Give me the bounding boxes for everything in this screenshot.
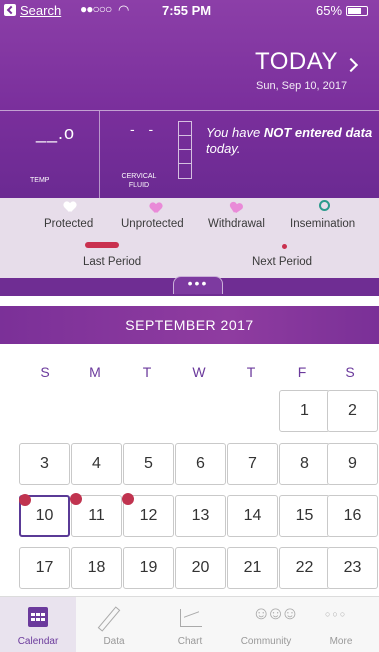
tab-label: Data	[103, 636, 125, 647]
back-icon[interactable]	[4, 4, 16, 16]
period-dot	[19, 494, 31, 506]
day-cell[interactable]: 9	[327, 443, 378, 485]
temp-value: __.o	[36, 123, 76, 143]
cervical-value: - -	[130, 121, 159, 137]
tab-label: Chart	[177, 636, 203, 647]
day-cell[interactable]: 19	[123, 547, 174, 589]
message-prefix: You have	[206, 125, 264, 140]
back-to-search-link[interactable]: Search	[20, 3, 61, 18]
weekday-label: F	[297, 364, 307, 380]
period-dot	[122, 493, 134, 505]
legend: Protected Unprotected Withdrawal Insemin…	[0, 198, 379, 278]
signal-icon: ●●○○○	[80, 2, 112, 16]
tab-label: Calendar	[17, 636, 59, 647]
day-cell[interactable]: 18	[71, 547, 122, 589]
day-cell[interactable]: 14	[227, 495, 278, 537]
day-cell[interactable]: 6	[175, 443, 226, 485]
cervical-label-line1: CERVICAL	[121, 173, 157, 180]
weekday-label: S	[345, 364, 355, 380]
chevron-right-icon[interactable]	[343, 57, 359, 73]
weekday-label: W	[192, 364, 206, 380]
battery-percent: 65%	[316, 3, 343, 18]
day-number: 12	[139, 507, 158, 524]
legend-next-period: Next Period	[252, 256, 313, 268]
day-cell[interactable]: 2	[327, 390, 378, 432]
period-dot	[70, 493, 82, 505]
withdrawal-heart-icon	[229, 202, 243, 214]
day-cell[interactable]: 4	[71, 443, 122, 485]
today-date: Sun, Sep 10, 2017	[256, 80, 348, 92]
fluid-level-icon	[178, 121, 192, 179]
data-status-message: You have NOT entered data today.	[206, 125, 376, 157]
expand-handle[interactable]: •••	[173, 276, 223, 294]
day-cell-today[interactable]: 10	[19, 494, 70, 537]
weekday-label: S	[40, 364, 50, 380]
last-period-marker	[85, 242, 119, 248]
day-number: 11	[88, 507, 105, 524]
day-cell[interactable]: 20	[175, 547, 226, 589]
cervical-label: CERVICAL FLUID	[116, 172, 162, 190]
next-period-marker	[282, 244, 287, 249]
legend-last-period: Last Period	[83, 256, 142, 268]
status-bar: Search ●●○○○ ◠ 7:55 PM 65%	[0, 0, 379, 22]
calendar-icon	[28, 607, 48, 627]
day-cell[interactable]: 7	[227, 443, 278, 485]
chart-icon	[180, 609, 202, 627]
cervical-label-line2: FLUID	[128, 182, 150, 189]
day-cell[interactable]: 11	[70, 493, 122, 537]
day-cell[interactable]: 1	[279, 390, 330, 432]
month-title: SEPTEMBER 2017	[0, 306, 379, 344]
day-cell[interactable]: 23	[327, 547, 378, 589]
battery-icon	[346, 6, 368, 16]
tab-chart[interactable]: Chart	[152, 597, 228, 652]
weekday-label: T	[246, 364, 256, 380]
insemination-icon	[319, 200, 330, 211]
day-number: 10	[35, 507, 54, 524]
day-cell[interactable]: 21	[227, 547, 278, 589]
day-cell[interactable]: 3	[19, 443, 70, 485]
community-icon: ☺☺☺	[252, 603, 299, 623]
clock: 7:55 PM	[162, 3, 212, 18]
message-bold: NOT entered data	[263, 125, 373, 140]
day-cell[interactable]: 8	[279, 443, 330, 485]
tab-more[interactable]: ○○○ More	[303, 597, 379, 652]
wifi-icon: ◠	[118, 2, 130, 17]
day-cell[interactable]: 13	[175, 495, 226, 537]
tab-calendar[interactable]: Calendar	[0, 597, 76, 652]
tab-data[interactable]: Data	[76, 597, 152, 652]
tab-label: More	[329, 636, 353, 647]
today-title: TODAY	[255, 48, 338, 75]
legend-protected: Protected	[44, 218, 94, 230]
message-suffix: today.	[206, 141, 241, 156]
pencil-icon	[97, 606, 121, 632]
protected-heart-icon	[64, 202, 76, 212]
day-cell[interactable]: 17	[19, 547, 70, 589]
weekday-label: T	[142, 364, 152, 380]
tab-label: Community	[240, 636, 292, 647]
day-cell[interactable]: 16	[327, 495, 378, 537]
header: Search ●●○○○ ◠ 7:55 PM 65% TODAY Sun, Se…	[0, 0, 379, 199]
day-cell[interactable]: 5	[123, 443, 174, 485]
day-cell[interactable]: 12	[122, 493, 174, 537]
weekday-label: M	[89, 364, 101, 380]
legend-withdrawal: Withdrawal	[208, 218, 265, 230]
temp-label: TEMP	[30, 177, 50, 184]
tab-bar: Calendar Data Chart ☺☺☺ Community ○○○ Mo…	[0, 596, 379, 652]
more-icon: ○○○	[325, 609, 348, 619]
legend-unprotected: Unprotected	[121, 218, 184, 230]
legend-insemination: Insemination	[290, 218, 356, 230]
day-cell[interactable]: 15	[279, 495, 330, 537]
tab-community[interactable]: ☺☺☺ Community	[228, 597, 304, 652]
unprotected-heart-icon	[150, 203, 162, 213]
cervical-fluid-metric[interactable]: - - CERVICAL FLUID	[100, 111, 198, 199]
temp-metric[interactable]: __.o TEMP	[0, 111, 100, 199]
day-cell[interactable]: 22	[279, 547, 330, 589]
